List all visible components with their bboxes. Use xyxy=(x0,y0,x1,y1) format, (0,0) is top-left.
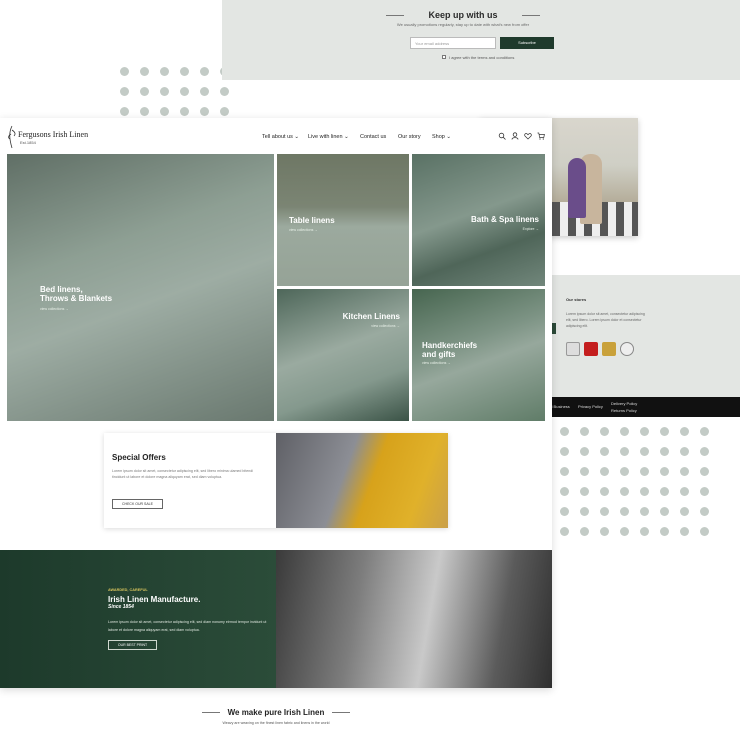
tile-bed-title-2: Throws & Blankets xyxy=(40,294,113,303)
offers-image xyxy=(276,433,448,528)
footer-link[interactable]: Returns Policy xyxy=(611,408,637,413)
bottom-section-subtitle: Weavy are weaving on the finest linen fa… xyxy=(222,721,330,725)
tile-kitchen-cta[interactable]: view collections → xyxy=(371,324,400,328)
category-grid: Bed linens, Throws & Blankets view colle… xyxy=(7,154,545,421)
terms-label: I agree with the terms and conditions xyxy=(449,55,515,60)
dot-pattern-right xyxy=(560,427,720,547)
tile-table-title: Table linens xyxy=(289,216,335,225)
tile-kitchen-linens[interactable]: Kitchen Linens view collections → xyxy=(277,289,409,421)
heart-icon[interactable] xyxy=(524,132,532,140)
search-icon[interactable] xyxy=(498,132,506,140)
tile-kitchen-title: Kitchen Linens xyxy=(342,312,400,321)
logo-name[interactable]: Fergusons Irish Linen xyxy=(18,130,88,139)
tile-hand-title-2: and gifts xyxy=(422,350,456,359)
footer-text: Lorem ipsum dolor sit amet, consectetur … xyxy=(566,312,645,328)
factory-history-photo xyxy=(276,550,552,688)
newsletter-subtitle: We usually promotions regularly, stay up… xyxy=(396,22,530,27)
check-sale-button[interactable]: CHECK OUR SALE xyxy=(112,499,163,509)
newsletter-email-input[interactable]: Your email address xyxy=(410,37,496,49)
footer-link[interactable]: Privacy Policy xyxy=(578,404,603,409)
manufacture-title: Irish Linen Manufacture. xyxy=(108,595,201,604)
award-logo-icon xyxy=(566,342,580,356)
footer-link[interactable]: Delivery Policy xyxy=(611,401,637,406)
manufacture-banner: AWARDED, CAREFUL Irish Linen Manufacture… xyxy=(0,550,552,688)
manufacture-text: Lorem ipsum dolor sit amet, consectetur … xyxy=(108,620,267,632)
footer-logos xyxy=(566,342,634,356)
manufacture-kicker: AWARDED, CAREFUL xyxy=(108,588,148,592)
manufacture-button[interactable]: OUR BEST PRINT xyxy=(108,640,157,650)
logo-icon xyxy=(8,125,16,149)
nav-contact-us[interactable]: Contact us xyxy=(360,134,386,140)
subscribe-button[interactable]: Subscribe xyxy=(500,37,554,49)
nav-tell-about-us[interactable]: Tell about us ⌄ xyxy=(262,134,299,140)
tile-bath-spa-linens[interactable]: Bath & Spa linens Explore → xyxy=(412,154,545,286)
nav-shop[interactable]: Shop ⌄ xyxy=(432,134,451,140)
special-offers-card: Special Offers Lorem ipsum dolor sit ame… xyxy=(104,433,448,528)
award-logo-icon xyxy=(584,342,598,356)
award-logo-icon xyxy=(602,342,616,356)
footer-heading: Our stores xyxy=(566,297,587,302)
tile-hand-title-1: Handkerchiefs xyxy=(422,341,478,350)
tile-bed-title-1: Bed linens, xyxy=(40,285,83,294)
bottom-section-title: We make pure Irish Linen xyxy=(0,708,552,717)
newsletter-panel: Keep up with us We usually promotions re… xyxy=(222,0,740,80)
cart-icon[interactable] xyxy=(537,132,545,140)
tile-bed-linens[interactable]: Bed linens, Throws & Blankets view colle… xyxy=(7,154,274,421)
tile-handkerchiefs-gifts[interactable]: Handkerchiefs and gifts view collections… xyxy=(412,289,545,421)
tile-bath-cta[interactable]: Explore → xyxy=(523,227,539,231)
offers-text: Lorem ipsum dolor sit amet, consectetur … xyxy=(112,469,254,479)
newsletter-title: Keep up with us xyxy=(222,10,704,20)
screenshot-canvas: Keep up with us We usually promotions re… xyxy=(0,0,740,740)
user-icon[interactable] xyxy=(511,132,519,140)
logo-est: Est.1854 xyxy=(20,140,36,145)
tile-hand-cta[interactable]: view collections → xyxy=(422,361,451,365)
tile-table-cta[interactable]: view collections → xyxy=(289,228,318,232)
tile-bath-title: Bath & Spa linens xyxy=(470,215,539,224)
main-page: Fergusons Irish Linen Est.1854 Tell abou… xyxy=(0,118,552,688)
nav-live-with-linen[interactable]: Live with linen ⌄ xyxy=(308,134,349,140)
offers-title: Special Offers xyxy=(112,453,166,462)
nav-our-story[interactable]: Our story xyxy=(398,134,421,140)
tile-bed-cta[interactable]: view collections → xyxy=(40,307,69,311)
header-nav: Fergusons Irish Linen Est.1854 Tell abou… xyxy=(0,118,552,154)
award-logo-icon xyxy=(620,342,634,356)
manufacture-since: Since 1854 xyxy=(108,604,134,610)
tile-table-linens[interactable]: Table linens view collections → xyxy=(277,154,409,286)
